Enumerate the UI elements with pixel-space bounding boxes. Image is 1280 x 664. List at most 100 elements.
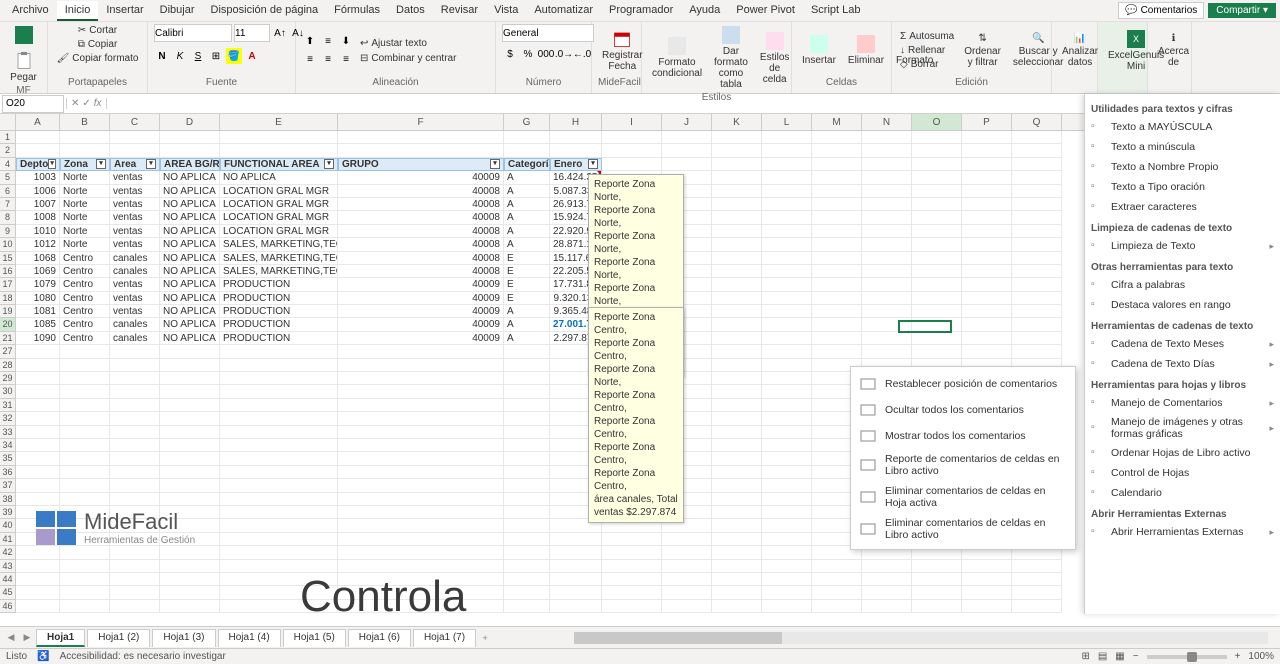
cell-O44[interactable] xyxy=(912,573,962,586)
cell-C4[interactable]: Area▾ xyxy=(110,158,160,171)
context-item[interactable]: Mostrar todos los comentarios xyxy=(855,423,1071,449)
cell-G18[interactable]: E xyxy=(504,292,550,305)
view-pagebreak-icon[interactable]: ▦ xyxy=(1115,651,1124,662)
view-normal-icon[interactable]: ⊞ xyxy=(1081,651,1089,662)
cell-B31[interactable] xyxy=(60,399,110,412)
cell-G36[interactable] xyxy=(504,466,550,479)
cell-D15[interactable]: NO APLICA xyxy=(160,252,220,265)
cell-C7[interactable]: ventas xyxy=(110,198,160,211)
cell-D34[interactable] xyxy=(160,439,220,452)
cell-K29[interactable] xyxy=(712,372,762,385)
cell-Q4[interactable] xyxy=(1012,158,1062,171)
cell-K35[interactable] xyxy=(712,452,762,465)
cell-Q2[interactable] xyxy=(1012,144,1062,157)
cell-J46[interactable] xyxy=(662,600,712,613)
copy-button[interactable]: ⧉Copiar xyxy=(76,38,120,51)
cell-D9[interactable]: NO APLICA xyxy=(160,225,220,238)
cell-L30[interactable] xyxy=(762,385,812,398)
cell-L34[interactable] xyxy=(762,439,812,452)
cell-C15[interactable]: canales xyxy=(110,252,160,265)
cell-G41[interactable] xyxy=(504,533,550,546)
cell-E21[interactable]: PRODUCTION xyxy=(220,332,338,345)
cell-A32[interactable] xyxy=(16,412,60,425)
row-header-20[interactable]: 20 xyxy=(0,318,16,331)
dropdown-item[interactable]: ▫Control de Hojas xyxy=(1091,463,1274,483)
cell-Q6[interactable] xyxy=(1012,185,1062,198)
column-header-G[interactable]: G xyxy=(504,114,550,130)
cell-K21[interactable] xyxy=(712,332,762,345)
cell-F32[interactable] xyxy=(338,412,504,425)
cell-G31[interactable] xyxy=(504,399,550,412)
column-header-P[interactable]: P xyxy=(962,114,1012,130)
cell-N4[interactable] xyxy=(862,158,912,171)
cell-K42[interactable] xyxy=(712,546,762,559)
cell-E9[interactable]: LOCATION GRAL MGR xyxy=(220,225,338,238)
cell-D20[interactable]: NO APLICA xyxy=(160,318,220,331)
cell-L21[interactable] xyxy=(762,332,812,345)
font-color-button[interactable]: A xyxy=(244,48,260,64)
cell-G28[interactable] xyxy=(504,359,550,372)
cell-D33[interactable] xyxy=(160,426,220,439)
cell-J4[interactable] xyxy=(662,158,712,171)
cell-B43[interactable] xyxy=(60,560,110,573)
filter-icon[interactable]: ▾ xyxy=(96,159,106,169)
cell-B32[interactable] xyxy=(60,412,110,425)
cell-C9[interactable]: ventas xyxy=(110,225,160,238)
cell-K37[interactable] xyxy=(712,479,762,492)
cell-K7[interactable] xyxy=(712,198,762,211)
cell-C32[interactable] xyxy=(110,412,160,425)
cell-G35[interactable] xyxy=(504,452,550,465)
sheet-tab[interactable]: Hoja1 xyxy=(36,629,85,647)
cell-M4[interactable] xyxy=(812,158,862,171)
analyze-data-button[interactable]: 📊Analizar datos xyxy=(1058,31,1102,70)
cell-F35[interactable] xyxy=(338,452,504,465)
cut-button[interactable]: ✂Cortar xyxy=(76,24,119,37)
cell-P16[interactable] xyxy=(962,265,1012,278)
column-header-A[interactable]: A xyxy=(16,114,60,130)
cell-G21[interactable]: A xyxy=(504,332,550,345)
cell-Q7[interactable] xyxy=(1012,198,1062,211)
cell-A33[interactable] xyxy=(16,426,60,439)
cell-F33[interactable] xyxy=(338,426,504,439)
cell-H45[interactable] xyxy=(550,586,602,599)
cell-G30[interactable] xyxy=(504,385,550,398)
cell-G19[interactable]: A xyxy=(504,305,550,318)
menu-tab-automatizar[interactable]: Automatizar xyxy=(526,1,601,21)
cell-K30[interactable] xyxy=(712,385,762,398)
row-header-29[interactable]: 29 xyxy=(0,372,16,385)
cell-D4[interactable]: AREA BG/RF2▾ xyxy=(160,158,220,171)
row-header-9[interactable]: 9 xyxy=(0,225,16,238)
cell-D5[interactable]: NO APLICA xyxy=(160,171,220,184)
cell-D30[interactable] xyxy=(160,385,220,398)
cell-A31[interactable] xyxy=(16,399,60,412)
cell-D8[interactable]: NO APLICA xyxy=(160,211,220,224)
cell-E35[interactable] xyxy=(220,452,338,465)
cell-M15[interactable] xyxy=(812,252,862,265)
cell-I43[interactable] xyxy=(602,560,662,573)
cell-K17[interactable] xyxy=(712,278,762,291)
cell-B4[interactable]: Zona▾ xyxy=(60,158,110,171)
cell-Q20[interactable] xyxy=(1012,318,1062,331)
cell-O8[interactable] xyxy=(912,211,962,224)
cell-B38[interactable] xyxy=(60,493,110,506)
cell-O15[interactable] xyxy=(912,252,962,265)
cell-E34[interactable] xyxy=(220,439,338,452)
menu-tab-archivo[interactable]: Archivo xyxy=(4,1,57,21)
cell-O16[interactable] xyxy=(912,265,962,278)
filter-icon[interactable]: ▾ xyxy=(588,159,598,169)
cell-F20[interactable]: 40009 xyxy=(338,318,504,331)
cell-K40[interactable] xyxy=(712,519,762,532)
align-top-button[interactable]: ⬆ xyxy=(302,34,318,50)
cell-B45[interactable] xyxy=(60,586,110,599)
cell-E7[interactable]: LOCATION GRAL MGR xyxy=(220,198,338,211)
cancel-icon[interactable]: ✕ xyxy=(71,98,79,109)
row-header-19[interactable]: 19 xyxy=(0,305,16,318)
cell-K28[interactable] xyxy=(712,359,762,372)
cell-Q15[interactable] xyxy=(1012,252,1062,265)
cell-A38[interactable] xyxy=(16,493,60,506)
cell-G45[interactable] xyxy=(504,586,550,599)
cell-L43[interactable] xyxy=(762,560,812,573)
cell-K38[interactable] xyxy=(712,493,762,506)
cell-Q43[interactable] xyxy=(1012,560,1062,573)
cell-G6[interactable]: A xyxy=(504,185,550,198)
